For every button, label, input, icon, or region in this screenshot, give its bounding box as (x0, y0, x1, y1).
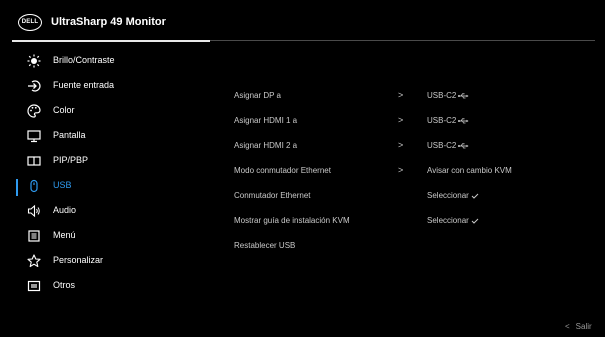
checkmark-icon (471, 193, 479, 199)
menu-item-label: Color (53, 105, 75, 115)
info-icon (27, 279, 41, 293)
speaker-icon (27, 204, 41, 218)
osd-header: DELL UltraSharp 49 Monitor (0, 0, 605, 45)
monitor-title: UltraSharp 49 Monitor (51, 16, 166, 28)
exit-button[interactable]: < Salir (565, 322, 592, 331)
menu-item-personalizar[interactable]: Personalizar (0, 250, 200, 275)
menu-item-pip-pbp[interactable]: PIP/PBP (0, 150, 200, 175)
menu-icon (27, 229, 41, 243)
setting-label: Restablecer USB (234, 241, 296, 250)
setting-restablecer-usb[interactable]: Restablecer USB (210, 238, 600, 258)
setting-conmutador-ethernet[interactable]: Conmutador Ethernet Seleccionar (210, 188, 600, 208)
menu-item-label: Personalizar (53, 255, 104, 265)
setting-label: Modo conmutador Ethernet (234, 166, 331, 175)
chevron-right-icon: > (398, 165, 404, 175)
menu-item-fuente-entrada[interactable]: Fuente entrada (0, 75, 200, 100)
menu-item-color[interactable]: Color (0, 100, 200, 125)
setting-asignar-hdmi1[interactable]: Asignar HDMI 1 a > USB-C2 (210, 113, 600, 133)
setting-value: USB-C2 (427, 91, 469, 100)
menu-item-pantalla[interactable]: Pantalla (0, 125, 200, 150)
usb-symbol-icon (458, 118, 469, 124)
menu-item-label: Menú (53, 230, 76, 240)
menu-item-usb[interactable]: USB (0, 175, 200, 200)
setting-label: Asignar HDMI 2 a (234, 141, 298, 150)
chevron-right-icon: > (398, 140, 404, 150)
menu-item-label: Otros (53, 280, 76, 290)
brightness-icon (27, 54, 41, 68)
menu-item-label: PIP/PBP (53, 155, 89, 165)
menu-item-menu[interactable]: Menú (0, 225, 200, 250)
setting-asignar-hdmi2[interactable]: Asignar HDMI 2 a > USB-C2 (210, 138, 600, 158)
pip-pbp-icon (27, 154, 41, 168)
menu-item-label: Fuente entrada (53, 80, 115, 90)
menu-item-audio[interactable]: Audio (0, 200, 200, 225)
star-icon (27, 254, 41, 268)
active-indicator (16, 179, 18, 196)
chevron-right-icon: > (398, 90, 404, 100)
setting-mostrar-guia-kvm[interactable]: Mostrar guía de instalación KVM Seleccio… (210, 213, 600, 233)
menu-item-label: Audio (53, 205, 77, 215)
setting-value: Seleccionar (427, 191, 479, 200)
header-divider (210, 40, 595, 41)
menu-item-label: Brillo/Contraste (53, 55, 115, 65)
header-divider-active (12, 40, 210, 42)
setting-value: USB-C2 (427, 141, 469, 150)
setting-label: Asignar HDMI 1 a (234, 116, 298, 125)
display-icon (27, 129, 41, 143)
setting-value: Avisar con cambio KVM (427, 166, 512, 175)
color-palette-icon (27, 104, 41, 118)
menu-item-brillo-contraste[interactable]: Brillo/Contraste (0, 50, 200, 75)
checkmark-icon (471, 218, 479, 224)
setting-modo-conmutador-ethernet[interactable]: Modo conmutador Ethernet > Avisar con ca… (210, 163, 600, 183)
chevron-left-icon: < (565, 322, 570, 331)
chevron-right-icon: > (398, 115, 404, 125)
dell-logo: DELL (18, 14, 42, 31)
menu-item-label: USB (53, 180, 72, 190)
menu-item-otros[interactable]: Otros (0, 275, 200, 300)
usb-symbol-icon (458, 143, 469, 149)
setting-label: Asignar DP a (234, 91, 281, 100)
setting-value: USB-C2 (427, 116, 469, 125)
usb-mouse-icon (27, 179, 41, 193)
setting-value: Seleccionar (427, 216, 479, 225)
input-source-icon (27, 79, 41, 93)
usb-symbol-icon (458, 93, 469, 99)
setting-label: Mostrar guía de instalación KVM (234, 216, 350, 225)
setting-asignar-dp[interactable]: Asignar DP a > USB-C2 (210, 88, 600, 108)
exit-label: Salir (575, 322, 592, 331)
setting-label: Conmutador Ethernet (234, 191, 311, 200)
menu-item-label: Pantalla (53, 130, 86, 140)
